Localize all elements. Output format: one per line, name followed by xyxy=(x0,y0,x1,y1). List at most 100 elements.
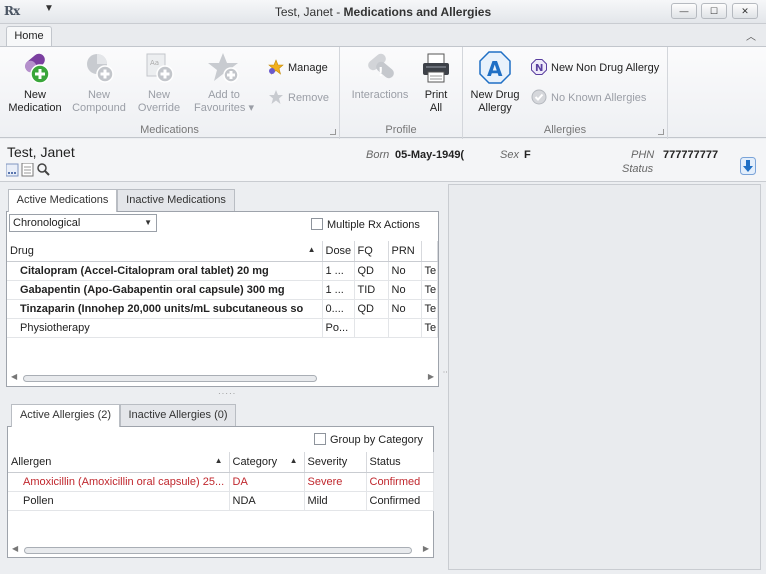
ribbon-group-label-profile: Profile xyxy=(385,124,417,136)
allergies-dialog-launcher-icon[interactable] xyxy=(658,129,664,135)
status-cell: Confirmed xyxy=(366,472,434,492)
medications-hscrollbar[interactable]: ◀ ▶ xyxy=(9,372,436,384)
table-row[interactable]: Amoxicillin (Amoxicillin oral capsule) 2… xyxy=(8,472,434,492)
scroll-left-icon[interactable]: ◀ xyxy=(12,544,18,553)
column-header-prn[interactable]: PRN xyxy=(388,241,422,262)
table-row[interactable]: Physiotherapy Po... Te xyxy=(7,318,438,338)
drug-cell: Gabapentin (Apo-Gabapentin oral capsule)… xyxy=(7,280,323,300)
interactions-button[interactable]: ! Interactions xyxy=(344,51,416,102)
new-compound-button[interactable]: New Compound xyxy=(68,51,130,115)
close-button[interactable]: ✕ xyxy=(732,3,758,19)
table-row[interactable]: Tinzaparin (Innohep 20,000 units/mL subc… xyxy=(7,299,438,319)
remove-button[interactable]: Remove xyxy=(268,89,329,107)
print-all-label-1: Print xyxy=(424,89,448,101)
table-row[interactable]: Citalopram (Accel-Citalopram oral tablet… xyxy=(7,261,438,281)
minimize-button[interactable]: — xyxy=(671,3,697,19)
ribbon-group-label-allergies: Allergies xyxy=(543,124,587,136)
tab-inactive-medications[interactable]: Inactive Medications xyxy=(117,189,235,211)
add-to-favourites-button[interactable]: Add to Favourites ▾ xyxy=(188,51,260,115)
drug-cell: Citalopram (Accel-Citalopram oral tablet… xyxy=(7,261,323,281)
multiple-rx-checkbox-box[interactable] xyxy=(311,218,323,230)
table-row[interactable]: Gabapentin (Apo-Gabapentin oral capsule)… xyxy=(7,280,438,300)
sort-asc-icon: ▲ xyxy=(307,244,316,254)
window-title: Test, Janet - Medications and Allergies xyxy=(0,5,766,19)
fq-cell: QD xyxy=(354,299,389,319)
column-header-category[interactable]: Category ▲ xyxy=(229,452,305,473)
printer-icon xyxy=(419,51,453,85)
category-cell: NDA xyxy=(229,491,305,511)
medications-tabstrip: Active Medications Inactive Medications xyxy=(8,189,428,212)
extra-cell: Te xyxy=(421,299,438,319)
new-drug-allergy-label-2: Allergy xyxy=(478,102,512,114)
table-row[interactable]: Pollen NDA Mild Confirmed xyxy=(8,491,434,511)
new-compound-label-2: Compound xyxy=(72,102,126,114)
allergies-tabstrip: Active Allergies (2) Inactive Allergies … xyxy=(11,404,431,427)
fq-cell: TID xyxy=(354,280,389,300)
new-override-icon: Aa xyxy=(142,51,176,85)
patient-tools xyxy=(5,162,58,180)
multiple-rx-actions-checkbox[interactable]: Multiple Rx Actions xyxy=(311,218,420,232)
new-non-drug-allergy-label: New Non Drug Allergy xyxy=(551,62,660,74)
column-header-status[interactable]: Status xyxy=(366,452,434,473)
document-icon[interactable] xyxy=(21,162,34,177)
no-known-allergies-button[interactable]: No Known Allergies xyxy=(531,89,646,107)
tab-active-allergies[interactable]: Active Allergies (2) xyxy=(11,404,120,427)
medications-dialog-launcher-icon[interactable] xyxy=(330,129,336,135)
interactions-label: Interactions xyxy=(351,89,409,101)
add-to-favourites-label-1: Add to xyxy=(208,89,240,101)
new-override-button[interactable]: Aa New Override xyxy=(128,51,190,115)
status-cell: Confirmed xyxy=(366,491,434,511)
column-header-dose[interactable]: Dose xyxy=(322,241,355,262)
column-header-fq[interactable]: FQ xyxy=(354,241,389,262)
group-by-category-box[interactable] xyxy=(314,433,326,445)
medications-sort-select[interactable]: Chronological ▼ xyxy=(9,214,157,232)
sort-asc-icon: ▲ xyxy=(289,455,298,465)
scroll-right-icon[interactable]: ▶ xyxy=(428,372,434,381)
print-all-button[interactable]: Print All xyxy=(416,51,456,115)
new-medication-button[interactable]: New Medication xyxy=(4,51,66,115)
allergen-cell: Pollen xyxy=(8,491,230,511)
new-override-label-2: Override xyxy=(137,102,181,114)
search-icon[interactable] xyxy=(37,163,50,176)
maximize-button[interactable]: ☐ xyxy=(701,3,727,19)
extra-cell: Te xyxy=(421,261,438,281)
allergies-header-row: Allergen ▲ Category ▲ Severity Status xyxy=(8,452,434,473)
group-by-category-label: Group by Category xyxy=(330,434,423,446)
scroll-thumb[interactable] xyxy=(24,547,412,554)
scroll-left-icon[interactable]: ◀ xyxy=(11,372,17,381)
new-compound-label-1: New xyxy=(87,89,110,101)
remove-label: Remove xyxy=(288,92,329,104)
expand-down-arrow-icon[interactable] xyxy=(740,157,756,175)
horizontal-splitter-handle[interactable]: ····· xyxy=(218,389,236,398)
group-by-category-checkbox[interactable]: Group by Category xyxy=(314,433,423,447)
tab-active-medications[interactable]: Active Medications xyxy=(8,189,117,212)
medications-panel: Chronological ▼ Multiple Rx Actions Drug… xyxy=(6,211,439,387)
ribbon-group-label-medications: Medications xyxy=(140,124,199,136)
severity-cell: Mild xyxy=(304,491,367,511)
more-options-icon[interactable] xyxy=(5,163,19,177)
sex-label: Sex xyxy=(500,149,519,161)
medications-table: Drug ▲ Dose FQ PRN Citalopram (Accel-Cita… xyxy=(7,241,438,338)
allergies-hscrollbar[interactable]: ◀ ▶ xyxy=(10,544,431,556)
patient-name: Test, Janet xyxy=(7,144,75,160)
new-compound-icon xyxy=(82,51,116,85)
tab-inactive-allergies[interactable]: Inactive Allergies (0) xyxy=(120,404,236,426)
collapse-ribbon-icon[interactable]: ︿ xyxy=(746,28,756,43)
column-header-drug[interactable]: Drug ▲ xyxy=(7,241,323,262)
severity-cell: Severe xyxy=(304,472,367,492)
ribbon-group-profile: ! Interactions Print All Profile xyxy=(340,47,463,139)
drug-cell: Tinzaparin (Innohep 20,000 units/mL subc… xyxy=(7,299,323,319)
scroll-thumb[interactable] xyxy=(23,375,317,382)
manage-button[interactable]: Manage xyxy=(268,59,328,77)
fq-cell xyxy=(354,318,389,338)
scroll-right-icon[interactable]: ▶ xyxy=(423,544,429,553)
column-header-extra[interactable] xyxy=(421,241,438,262)
medications-header-row: Drug ▲ Dose FQ PRN xyxy=(7,241,438,262)
new-non-drug-allergy-button[interactable]: N New Non Drug Allergy xyxy=(531,59,659,77)
column-header-allergen[interactable]: Allergen ▲ xyxy=(8,452,230,473)
tab-home[interactable]: Home xyxy=(6,26,52,47)
dose-cell: Po... xyxy=(322,318,355,338)
prn-cell: No xyxy=(388,280,422,300)
new-drug-allergy-button[interactable]: A New Drug Allergy xyxy=(465,51,525,115)
column-header-severity[interactable]: Severity xyxy=(304,452,367,473)
